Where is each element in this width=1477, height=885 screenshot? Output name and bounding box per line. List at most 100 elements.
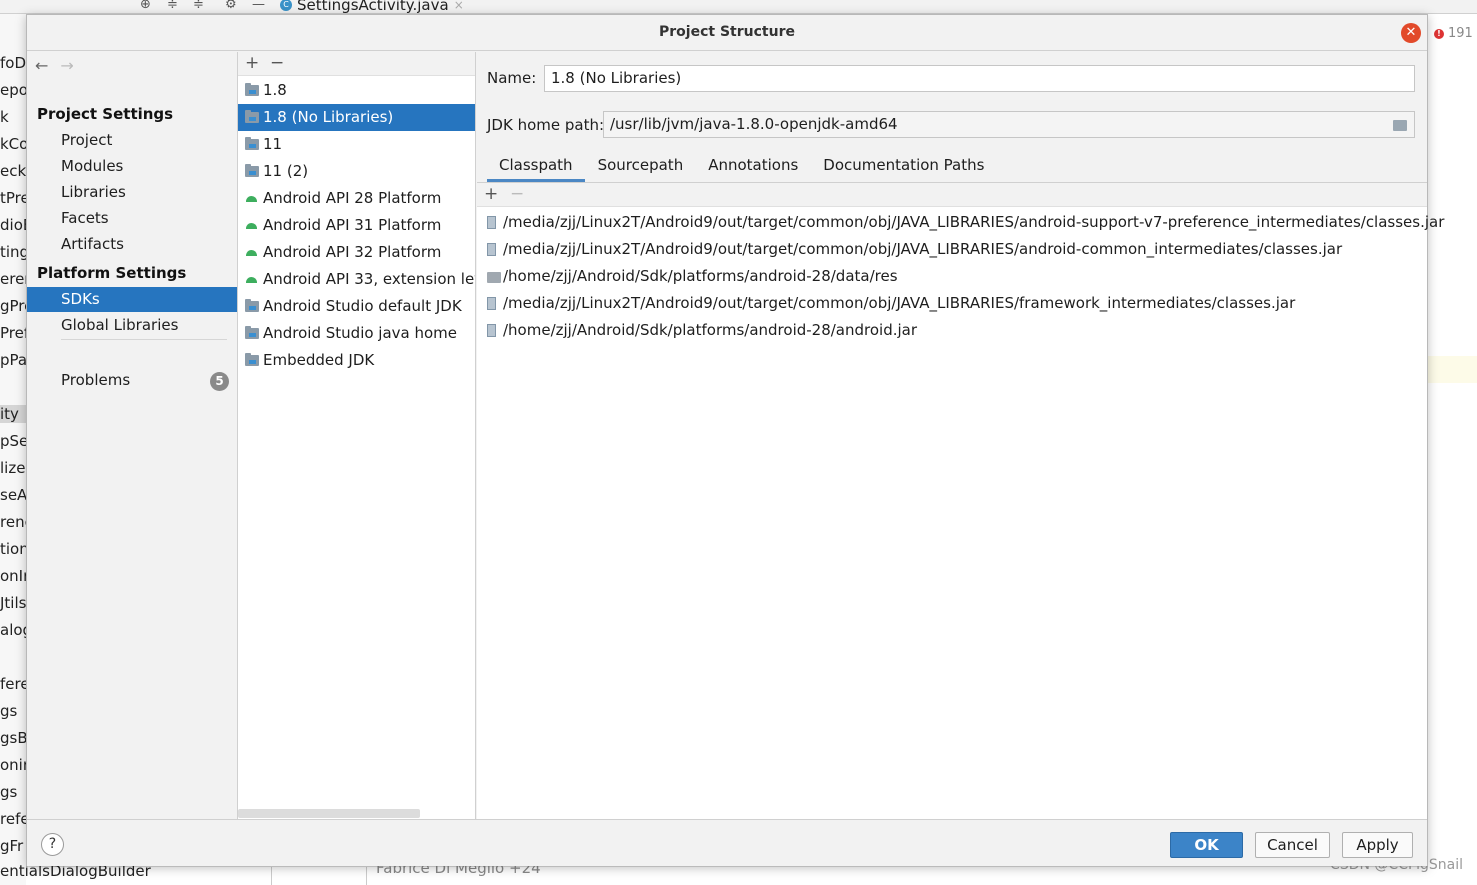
error-indicator[interactable]: ! 191 [1434, 26, 1473, 41]
tree-item-fragment[interactable]: erer [0, 270, 26, 288]
name-field[interactable]: 1.8 (No Libraries) [544, 65, 1415, 92]
classpath-entry[interactable]: /media/zjj/Linux2T/Android9/out/target/c… [477, 209, 1444, 236]
gear-icon[interactable]: ⚙ [225, 0, 237, 12]
sdk-list-item[interactable]: Android API 28 Platform [238, 185, 475, 212]
nav-item-modules[interactable]: Modules [27, 154, 237, 179]
tree-item-fragment[interactable]: Jtils [0, 594, 26, 612]
android-icon [245, 193, 259, 204]
tree-item-fragment[interactable]: alog [0, 621, 26, 639]
tree-item-fragment[interactable]: ting [0, 243, 26, 261]
tree-item-fragment[interactable]: pPas [0, 351, 26, 369]
classpath-entry[interactable]: /home/zjj/Android/Sdk/platforms/android-… [477, 263, 1427, 290]
sdk-item-label: Android Studio default JDK [263, 297, 462, 315]
tree-item-fragment[interactable]: foDi [0, 54, 26, 72]
add-sdk-button[interactable]: + [245, 53, 259, 73]
sdk-list-item[interactable]: Android API 31 Platform [238, 212, 475, 239]
tree-item-fragment[interactable]: onir [0, 756, 26, 774]
tab-classpath[interactable]: Classpath [487, 152, 585, 182]
tree-item-fragment[interactable]: gs [0, 783, 26, 801]
tree-item-fragment[interactable]: gPre [0, 297, 26, 315]
tree-item-fragment[interactable]: epor [0, 81, 26, 99]
tree-item-fragment[interactable]: renc [0, 513, 26, 531]
expand-icon[interactable]: ≑ [167, 0, 178, 12]
sdk-list-item[interactable]: 11 [238, 131, 475, 158]
remove-sdk-button[interactable]: − [270, 53, 284, 73]
nav-item-global-libraries[interactable]: Global Libraries [27, 313, 237, 338]
nav-item-artifacts[interactable]: Artifacts [27, 232, 237, 257]
tree-item-fragment[interactable]: lize [0, 459, 26, 477]
editor-tab[interactable]: C SettingsActivity.java × [280, 0, 464, 14]
tab-annotations[interactable]: Annotations [696, 152, 810, 182]
jar-icon [487, 297, 496, 310]
jar-icon [487, 324, 496, 337]
tree-item-fragment[interactable]: tion [0, 540, 26, 558]
tree-item-fragment[interactable]: tPre [0, 189, 26, 207]
sdk-item-label: 11 [263, 135, 283, 153]
back-arrow-icon[interactable]: ← [35, 56, 48, 75]
tree-item-fragment[interactable]: dioE [0, 216, 26, 234]
classpath-panel: + − /media/zjj/Linux2T/Android9/out/targ… [477, 182, 1444, 819]
tree-item-fragment[interactable]: kCo [0, 135, 26, 153]
sdk-list-item[interactable]: Android API 33, extension level 3 [238, 266, 475, 293]
jdk-home-field[interactable]: /usr/lib/jvm/java-1.8.0-openjdk-amd64 [603, 111, 1415, 138]
tree-item-fragment[interactable]: seA [0, 486, 26, 504]
sdk-item-label: 1.8 [263, 81, 287, 99]
divider [366, 867, 367, 885]
collapse-icon[interactable]: ≑ [193, 0, 204, 12]
sdk-item-label: Android API 28 Platform [263, 189, 442, 207]
problems-label: Problems [61, 371, 131, 389]
tree-item-fragment[interactable]: ity [0, 405, 26, 423]
horizontal-scrollbar[interactable] [238, 809, 420, 818]
tree-item-fragment[interactable]: gs [0, 702, 26, 720]
sdk-list-item[interactable]: 1.8 [238, 77, 475, 104]
tree-item-fragment[interactable]: fere [0, 675, 26, 693]
cancel-button[interactable]: Cancel [1255, 832, 1330, 858]
tree-item-fragment[interactable]: gFr [0, 837, 26, 855]
tab-documentation-paths[interactable]: Documentation Paths [811, 152, 996, 182]
nav-item-project[interactable]: Project [27, 128, 237, 153]
divider [271, 867, 272, 885]
editor-tab-label: SettingsActivity.java [297, 0, 449, 14]
error-count: 191 [1448, 26, 1473, 41]
sdk-list-item[interactable]: Android API 32 Platform [238, 239, 475, 266]
tree-item-fragment[interactable]: refe [0, 810, 26, 828]
close-button[interactable]: ✕ [1401, 23, 1421, 43]
classpath-entry[interactable]: /media/zjj/Linux2T/Android9/out/target/c… [477, 236, 1427, 263]
dialog-titlebar[interactable]: Project Structure ✕ [27, 15, 1427, 51]
sdk-list-item[interactable]: Android Studio default JDK [238, 293, 475, 320]
add-classpath-button[interactable]: + [484, 184, 498, 204]
nav-arrows: ← → [35, 56, 74, 75]
close-tab-icon[interactable]: × [454, 0, 464, 12]
jar-icon [487, 216, 496, 229]
tree-item-fragment[interactable]: gsB [0, 729, 26, 747]
tree-item-fragment[interactable]: onIr [0, 567, 26, 585]
sdk-list-item[interactable]: Embedded JDK [238, 347, 475, 374]
sdk-list-toolbar: + − [238, 52, 475, 76]
tree-item-fragment[interactable]: pSer [0, 432, 26, 450]
remove-classpath-button[interactable]: − [510, 184, 524, 204]
nav-item-sdks[interactable]: SDKs [27, 287, 237, 312]
nav-item-libraries[interactable]: Libraries [27, 180, 237, 205]
close-icon: ✕ [1405, 25, 1417, 40]
browse-folder-icon[interactable] [1393, 120, 1407, 131]
classpath-entry[interactable]: /home/zjj/Android/Sdk/platforms/android-… [477, 317, 1427, 344]
sdk-list-item[interactable]: 11 (2) [238, 158, 475, 185]
classpath-entry-path: /media/zjj/Linux2T/Android9/out/target/c… [503, 240, 1343, 258]
sdk-list-item[interactable]: 1.8 (No Libraries) [238, 104, 475, 131]
sdk-list-item[interactable]: Android Studio java home [238, 320, 475, 347]
tab-sourcepath[interactable]: Sourcepath [586, 152, 696, 182]
tree-item-fragment[interactable]: k [0, 108, 26, 126]
nav-item-problems[interactable]: Problems 5 [27, 368, 237, 393]
crosshair-icon[interactable]: ⊕ [140, 0, 151, 12]
tree-item-fragment[interactable]: Pref [0, 324, 26, 342]
ok-button[interactable]: OK [1170, 832, 1243, 858]
help-button[interactable]: ? [41, 833, 64, 856]
folder-icon [245, 164, 259, 177]
minimize-icon[interactable]: — [252, 0, 265, 12]
sdk-list-panel: + − 1.8 1.8 (No Libraries) 11 11 (2) Android… [237, 52, 476, 819]
nav-item-facets[interactable]: Facets [27, 206, 237, 231]
forward-arrow-icon[interactable]: → [60, 56, 73, 75]
classpath-entry[interactable]: /media/zjj/Linux2T/Android9/out/target/c… [477, 290, 1427, 317]
tree-item-fragment[interactable]: eckI [0, 162, 26, 180]
apply-button[interactable]: Apply [1342, 832, 1413, 858]
